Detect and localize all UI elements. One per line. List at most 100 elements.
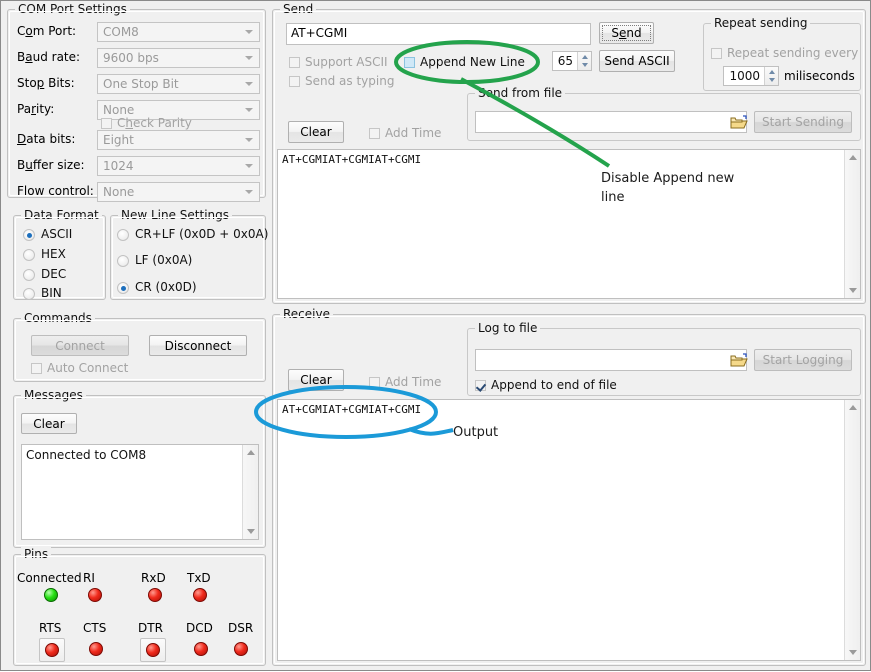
pin-led-txd [193,588,207,602]
receive-log-scrollbar[interactable] [844,400,860,660]
radio-circle [23,288,35,300]
spinner-up-icon[interactable] [769,70,775,74]
chevron-down-icon [245,108,253,112]
messages-log-area[interactable]: Connected to COM8 [21,444,259,540]
send-button[interactable]: Send [599,22,654,44]
chevron-down-icon [245,82,253,86]
spinner-down-icon[interactable] [769,78,775,82]
messages-clear-button[interactable]: Clear [21,413,77,434]
receive-log-area[interactable]: AT+CGMIAT+CGMIAT+CGMI [277,399,861,661]
send-file-path-input[interactable] [475,111,747,133]
pin-led-connected [44,588,58,602]
repeat-interval-spinner[interactable]: 1000 [723,66,779,86]
folder-open-icon[interactable] [730,353,748,368]
pin-led-rts [45,643,59,657]
pin-label-rts: RTS [39,621,61,635]
pin-led-cts [89,642,103,656]
radio-circle [23,249,35,261]
commands-title: Commands [21,311,95,325]
pin-button-dtr[interactable] [140,638,166,662]
pin-label-dsr: DSR [228,621,253,635]
radio-circle [117,255,129,267]
messages-title: Messages [21,388,86,402]
chevron-down-icon [245,164,253,168]
messages-scrollbar[interactable] [242,445,258,539]
stop-bits-select[interactable]: One Stop Bit [97,74,260,94]
receive-log-text: AT+CGMIAT+CGMIAT+CGMI [282,403,842,416]
spinner-buttons[interactable] [764,67,778,85]
start-logging-button[interactable]: Start Logging [754,349,852,371]
log-to-file-title: Log to file [475,321,540,335]
pin-label-ri: RI [83,571,95,585]
baud-rate-select[interactable]: 9600 bps [97,48,260,68]
chevron-down-icon [245,190,253,194]
com-port-select[interactable]: COM8 [97,22,260,42]
connect-button[interactable]: Connect [31,335,129,356]
ascii-code-spinner[interactable]: 65 [552,51,592,71]
send-title: Send [280,2,316,16]
check-parity-label: Check Parity [117,116,192,130]
green-annotation-text: Disable Append new line [601,169,751,207]
send-ascii-button[interactable]: Send ASCII [599,50,675,72]
new-line-settings-title: New Line Settings [118,208,232,222]
blue-annotation-text: Output [453,423,498,442]
radio-circle [117,282,129,294]
pins-title: Pins [21,547,51,561]
buffer-size-select[interactable]: 1024 [97,156,260,176]
start-sending-button[interactable]: Start Sending [754,111,852,133]
stop-bits-label: Stop Bits: [17,76,75,90]
send-command-input[interactable]: AT+CGMI [286,23,591,45]
spinner-up-icon[interactable] [582,55,588,59]
pin-led-rxd [148,588,162,602]
scroll-up-icon[interactable] [247,450,255,455]
pin-label-rxd: RxD [141,571,166,585]
pin-led-dtr [146,643,160,657]
receive-clear-button[interactable]: Clear [288,369,344,391]
radio-circle [23,269,35,281]
pin-led-dcd [194,642,208,656]
log-file-path-input[interactable] [475,349,747,371]
checkbox-box [101,118,112,129]
disconnect-button[interactable]: Disconnect [149,335,247,356]
data-bits-select[interactable]: Eight [97,130,260,150]
checkbox-box [289,76,300,87]
flow-control-select[interactable]: None [97,182,260,202]
folder-open-icon[interactable] [730,115,748,130]
scroll-down-icon[interactable] [849,288,857,293]
repeat-sending-title: Repeat sending [711,16,810,30]
chevron-down-icon [245,30,253,34]
checkbox-box [369,128,380,139]
spinner-buttons[interactable] [577,52,591,70]
com-port-settings-title: COM Port Settings [15,2,130,16]
pin-label-dcd: DCD [186,621,213,635]
radio-circle [117,229,129,241]
baud-rate-label: Baud rate: [17,50,80,64]
send-clear-button[interactable]: Clear [288,121,344,143]
scroll-up-icon[interactable] [849,155,857,160]
data-format-title: Data Format [21,208,102,222]
buffer-size-label: Buffer size: [17,158,85,172]
pin-label-cts: CTS [83,621,106,635]
send-log-scrollbar[interactable] [844,150,860,298]
spinner-down-icon[interactable] [582,63,588,67]
checkbox-box [31,363,42,374]
scroll-down-icon[interactable] [247,529,255,534]
data-bits-label: Data bits: [17,132,75,146]
repeat-interval-unit-label: miliseconds [784,69,855,83]
send-from-file-title: Send from file [475,86,565,100]
scroll-up-icon[interactable] [849,405,857,410]
checkbox-box [475,380,486,391]
repeat-interval-value: 1000 [726,67,762,85]
pin-label-dtr: DTR [138,621,163,635]
checkbox-box [369,377,380,388]
pin-led-dsr [234,642,248,656]
scroll-down-icon[interactable] [849,650,857,655]
radio-circle [23,229,35,241]
pin-button-rts[interactable] [39,638,65,662]
messages-log-text: Connected to COM8 [26,448,240,462]
pin-label-txd: TxD [187,571,211,585]
send-log-area[interactable]: AT+CGMIAT+CGMIAT+CGMI [277,149,861,299]
ascii-code-value: 65 [555,52,575,70]
flow-control-label: Flow control: [17,184,94,198]
pin-led-ri [88,588,102,602]
